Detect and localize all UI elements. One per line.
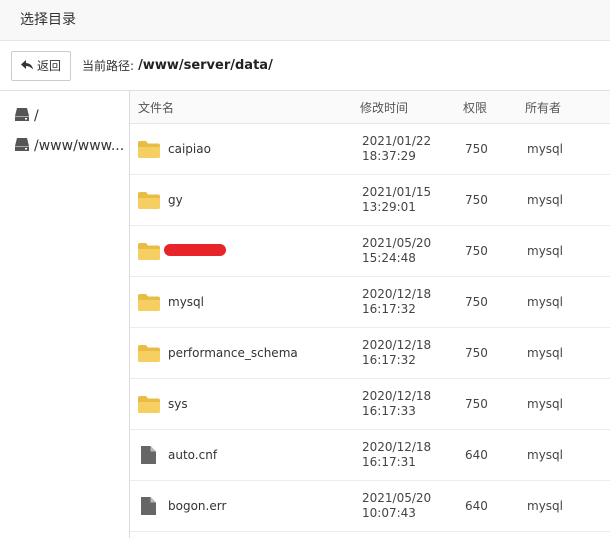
back-button[interactable]: 返回 <box>11 50 72 81</box>
file-name: gy <box>168 193 183 207</box>
modified-clock: 13:29:01 <box>362 200 416 214</box>
modified-time: 2021/01/22 18:37:29 <box>352 134 455 164</box>
file-icon <box>138 497 160 515</box>
file-name: caipiao <box>168 142 211 156</box>
modified-date: 2021/05/20 <box>362 236 432 250</box>
file-name: mysql <box>168 295 204 309</box>
modified-time: 2021/05/20 10:07:43 <box>352 491 455 521</box>
back-button-label: 返回 <box>37 59 62 73</box>
table-header: 文件名 修改时间 权限 所有者 <box>130 91 610 124</box>
drive-sidebar: / /www/www... <box>0 91 130 538</box>
owner: mysql <box>527 295 563 309</box>
owner: mysql <box>527 142 563 156</box>
file-name: sys <box>168 397 188 411</box>
folder-icon <box>138 140 160 158</box>
permission: 750 <box>465 193 488 207</box>
header-name: 文件名 <box>138 100 175 115</box>
permission: 750 <box>465 397 488 411</box>
folder-icon <box>138 395 160 413</box>
modified-time: 2020/12/18 16:17:32 <box>352 287 455 317</box>
table-row[interactable]: gy 2021/01/15 13:29:01 750 mysql <box>130 175 610 226</box>
modified-time: 2021/01/15 13:29:01 <box>352 185 455 215</box>
file-table: 文件名 修改时间 权限 所有者 caipiao 2021/01/22 18:37… <box>130 91 610 538</box>
folder-icon <box>138 344 160 362</box>
permission: 640 <box>465 499 488 513</box>
owner: mysql <box>527 244 563 258</box>
modified-time: 2020/12/18 16:17:32 <box>352 338 455 368</box>
file-name: performance_schema <box>168 346 298 360</box>
modified-clock: 16:17:33 <box>362 404 416 418</box>
select-directory-dialog: 选择目录 返回 当前路径: /www/server/data/ / /www/w… <box>0 0 610 538</box>
modified-time: 2021/05/20 15:24:48 <box>352 236 455 266</box>
owner: mysql <box>527 397 563 411</box>
table-body: caipiao 2021/01/22 18:37:29 750 mysql gy… <box>130 124 610 532</box>
modified-date: 2020/12/18 <box>362 338 432 352</box>
toolbar: 返回 当前路径: /www/server/data/ <box>0 41 610 91</box>
file-name: auto.cnf <box>168 448 218 462</box>
table-row[interactable]: performance_schema 2020/12/18 16:17:32 7… <box>130 328 610 379</box>
permission: 640 <box>465 448 488 462</box>
table-row[interactable]: bogon.err 2021/05/20 10:07:43 640 mysql <box>130 481 610 532</box>
header-perm: 权限 <box>463 100 488 115</box>
modified-date: 2020/12/18 <box>362 389 432 403</box>
hard-drive-icon <box>15 137 29 155</box>
modified-clock: 16:17:32 <box>362 302 416 316</box>
permission: 750 <box>465 295 488 309</box>
table-row[interactable]: 2021/05/20 15:24:48 750 mysql <box>130 226 610 277</box>
owner: mysql <box>527 499 563 513</box>
owner: mysql <box>527 448 563 462</box>
current-path-value: /www/server/data/ <box>138 58 273 73</box>
file-icon <box>138 446 160 464</box>
owner: mysql <box>527 346 563 360</box>
modified-date: 2020/12/18 <box>362 440 432 454</box>
file-name <box>164 243 226 259</box>
drive-label: / <box>34 108 39 124</box>
folder-icon <box>138 191 160 209</box>
file-name: bogon.err <box>168 499 227 513</box>
permission: 750 <box>465 142 488 156</box>
modified-clock: 16:17:31 <box>362 455 416 469</box>
sidebar-drive-www[interactable]: /www/www... <box>0 131 129 161</box>
owner: mysql <box>527 193 563 207</box>
modified-date: 2020/12/18 <box>362 287 432 301</box>
current-path-label: 当前路径: <box>82 59 135 73</box>
sidebar-drive-root[interactable]: / <box>0 101 129 131</box>
folder-icon <box>138 242 160 260</box>
redaction-mark <box>164 243 226 256</box>
table-row[interactable]: caipiao 2021/01/22 18:37:29 750 mysql <box>130 124 610 175</box>
modified-date: 2021/01/22 <box>362 134 432 148</box>
folder-icon <box>138 293 160 311</box>
table-row[interactable]: mysql 2020/12/18 16:17:32 750 mysql <box>130 277 610 328</box>
permission: 750 <box>465 244 488 258</box>
arrow-left-icon <box>21 59 33 73</box>
table-row[interactable]: auto.cnf 2020/12/18 16:17:31 640 mysql <box>130 430 610 481</box>
modified-date: 2021/05/20 <box>362 491 432 505</box>
drive-label: /www/www... <box>34 138 125 154</box>
header-time: 修改时间 <box>360 100 409 115</box>
dialog-title: 选择目录 <box>0 0 610 41</box>
modified-clock: 16:17:32 <box>362 353 416 367</box>
modified-time: 2020/12/18 16:17:31 <box>352 440 455 470</box>
modified-date: 2021/01/15 <box>362 185 432 199</box>
modified-time: 2020/12/18 16:17:33 <box>352 389 455 419</box>
modified-clock: 15:24:48 <box>362 251 416 265</box>
hard-drive-icon <box>15 107 29 125</box>
table-row[interactable]: sys 2020/12/18 16:17:33 750 mysql <box>130 379 610 430</box>
permission: 750 <box>465 346 488 360</box>
modified-clock: 10:07:43 <box>362 506 416 520</box>
header-owner: 所有者 <box>525 100 562 115</box>
modified-clock: 18:37:29 <box>362 149 416 163</box>
